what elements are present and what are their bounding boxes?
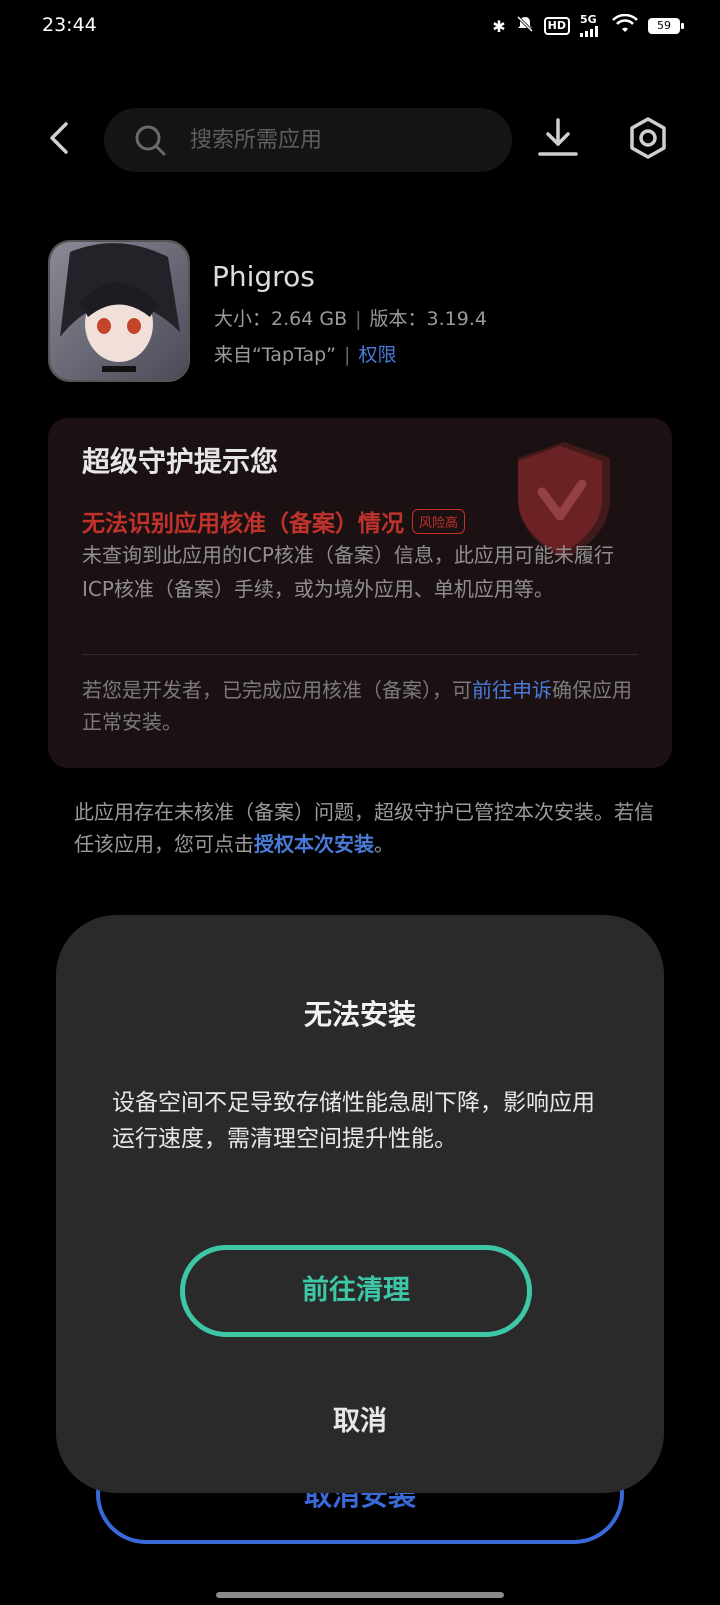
app-size: 大小：2.64 GB <box>214 308 348 330</box>
bluetooth-icon: ✱ <box>492 16 506 36</box>
status-icons: ✱ HD 5G 59 <box>492 13 684 38</box>
divider <box>82 654 638 655</box>
developer-note: 若您是开发者，已完成应用核准（备案），可前往申诉确保应用正常安装。 <box>82 674 638 738</box>
permission-link[interactable]: 权限 <box>358 344 396 366</box>
signal-icon: 5G <box>580 13 602 37</box>
dialog-title: 无法安装 <box>303 998 416 1031</box>
app-icon <box>48 240 190 382</box>
status-time: 23:44 <box>42 14 97 36</box>
authorize-install-link[interactable]: 授权本次安装 <box>254 832 374 856</box>
security-notice-card: 超级守护提示您 无法识别应用核准（备案）情况 风险高 未查询到此应用的ICP核准… <box>48 418 672 768</box>
app-source-label: 来自“TapTap” <box>214 344 337 366</box>
back-arrow-icon <box>50 122 68 154</box>
gear-icon <box>630 117 666 159</box>
mute-icon <box>516 15 534 37</box>
wifi-icon <box>612 13 638 38</box>
battery-icon: 59 <box>648 18 684 34</box>
search-input[interactable] <box>188 126 472 154</box>
download-icon <box>538 118 578 156</box>
app-source: 来自“TapTap” | 权限 <box>214 344 397 366</box>
install-blocked-end: 。 <box>374 832 394 856</box>
developer-note-text: 若您是开发者，已完成应用核准（备案），可 <box>82 678 472 702</box>
network-type: 5G <box>580 13 597 26</box>
risk-badge: 风险高 <box>412 508 466 534</box>
go-clean-button[interactable]: 前往清理 <box>180 1245 532 1337</box>
appeal-link[interactable]: 前往申诉 <box>472 678 552 702</box>
search-bar[interactable] <box>104 108 512 172</box>
download-button[interactable] <box>536 116 580 160</box>
risk-description: 未查询到此应用的ICP核准（备案）信息，此应用可能未履行ICP核准（备案）手续，… <box>82 543 614 601</box>
dialog-message: 设备空间不足导致存储性能急剧下降，影响应用运行速度，需清理空间提升性能。 <box>112 1090 595 1152</box>
app-name: Phigros <box>212 260 315 293</box>
back-button[interactable] <box>40 118 80 158</box>
dialog-cancel-button[interactable]: 取消 <box>56 1399 664 1438</box>
risk-title: 无法识别应用核准（备案）情况 风险高 <box>82 504 466 538</box>
app-size-version: 大小：2.64 GB | 版本：3.19.4 <box>214 308 487 330</box>
risk-title-text: 无法识别应用核准（备案）情况 <box>82 511 404 537</box>
settings-button[interactable] <box>626 116 670 160</box>
install-blocked-note: 此应用存在未核准（备案）问题，超级守护已管控本次安装。若信任该应用，您可点击授权… <box>74 796 654 860</box>
home-indicator[interactable] <box>216 1592 504 1598</box>
card-title: 超级守护提示您 <box>82 445 279 478</box>
install-failed-dialog: 无法安装 设备空间不足导致存储性能急剧下降，影响应用运行速度，需清理空间提升性能… <box>56 915 664 1493</box>
search-icon <box>135 125 166 156</box>
hd-badge: HD <box>543 17 570 35</box>
app-version: 版本：3.19.4 <box>369 308 487 330</box>
